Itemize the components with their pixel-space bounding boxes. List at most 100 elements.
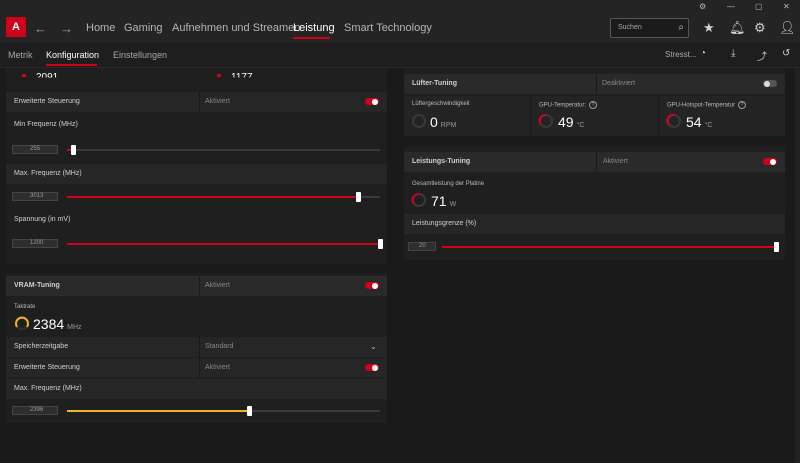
fan-header-row: Lüfter-Tuning Deaktiviert (404, 74, 785, 94)
power-header-row: Leistungs-Tuning Aktiviert (404, 152, 785, 172)
search-placeholder: Suchen (618, 24, 642, 31)
gauge-icon[interactable]: ◔ (700, 48, 706, 59)
fan-toggle[interactable] (763, 80, 777, 87)
clipped-gauge-icon (217, 74, 221, 77)
export-icon[interactable]: ⤴ (757, 48, 767, 63)
vram-advanced-label: Erweiterte Steuerung (14, 364, 80, 371)
fan-state: Deaktiviert (602, 80, 636, 87)
voltage-fill (67, 243, 380, 245)
power-limit-input[interactable]: 20 (408, 242, 436, 251)
hotspot-temp-label: GPU-Hotspot-Temperatur? (667, 101, 747, 109)
power-toggle[interactable] (763, 158, 777, 165)
advanced-control-toggle[interactable] (365, 98, 379, 105)
help-icon[interactable]: ? (589, 101, 598, 109)
minimize-icon[interactable]: — (727, 2, 735, 11)
subtab-underline (46, 64, 97, 66)
min-freq-input[interactable]: 255 (12, 145, 58, 154)
power-state: Aktiviert (603, 158, 628, 165)
tab-smart-technology[interactable]: Smart Technology (344, 22, 432, 34)
tab-record-stream[interactable]: Aufnehmen und Streamen (172, 22, 300, 34)
subtab-configuration[interactable]: Konfiguration (46, 50, 99, 60)
tab-gaming[interactable]: Gaming (124, 22, 163, 34)
power-limit-label: Leistungsgrenze (%) (412, 220, 477, 227)
fan-title: Lüfter-Tuning (412, 80, 457, 87)
voltage-label: Spannung (in mV) (14, 216, 71, 223)
sub-nav: Metrik Konfiguration Einstellungen Stres… (0, 42, 800, 68)
vram-clock-label: Taktrate (14, 304, 36, 310)
vram-max-freq-input[interactable]: 2396 (12, 406, 58, 415)
help-icon[interactable]: ? (738, 101, 747, 109)
vram-max-freq-row: Max. Frequenz (MHz) (6, 379, 387, 399)
voltage-input[interactable]: 1200 (12, 239, 58, 248)
tab-performance[interactable]: Leistung (293, 22, 335, 34)
fan-speed-label: Lüftergeschwindigkeit (412, 101, 470, 107)
bell-icon[interactable]: 🔔︎ (729, 20, 746, 36)
advanced-control-state: Aktiviert (205, 98, 230, 105)
fan-speed-gauge-icon (412, 114, 426, 128)
power-limit-row: Leistungsgrenze (%) (404, 214, 785, 234)
vram-max-freq-label: Max. Frequenz (MHz) (14, 385, 82, 392)
max-freq-slider[interactable] (67, 192, 380, 202)
voltage-slider[interactable] (67, 239, 383, 249)
close-icon[interactable]: ✕ (783, 2, 790, 11)
fan-speed-value: 0 RPM (430, 114, 457, 130)
vram-state: Aktiviert (205, 282, 230, 289)
power-limit-slider[interactable] (442, 242, 779, 252)
power-limit-fill (442, 246, 776, 248)
vram-title: VRAM-Tuning (14, 282, 60, 289)
fan-speed-card: Lüftergeschwindigkeit 0 RPM (404, 96, 529, 136)
memory-timing-label: Speicherzeitgabe (14, 343, 69, 350)
star-icon[interactable]: ★ (703, 20, 715, 36)
active-tab-underline (293, 37, 330, 39)
search-box[interactable]: Suchen ⌕ (610, 18, 689, 38)
clipped-clock-value: 2091 (36, 72, 59, 83)
tab-home[interactable]: Home (86, 22, 115, 34)
board-power-gauge-icon (411, 193, 426, 207)
vram-header-row: VRAM-Tuning Aktiviert (6, 276, 387, 296)
voltage-thumb[interactable] (378, 239, 383, 249)
board-power-label: Gesamtleistung der Platine (412, 181, 485, 187)
settings-window-icon[interactable]: ⚙ (699, 2, 706, 11)
min-freq-label: Min Frequenz (MHz) (14, 121, 78, 128)
vram-advanced-state: Aktiviert (205, 364, 230, 371)
gpu-tuning-panel: 2091 1177 Erweiterte Steuerung Aktiviert… (6, 68, 387, 264)
user-icon[interactable]: 👤︎ (779, 20, 796, 36)
vram-clock-value: 2384 MHz (33, 316, 82, 332)
gpu-temp-value: 49 °C (558, 114, 585, 130)
chevron-down-icon[interactable]: ⌄ (370, 342, 377, 351)
forward-arrow-icon[interactable]: → (60, 21, 73, 36)
max-freq-input[interactable]: 3013 (12, 192, 58, 201)
max-freq-label: Max. Frequenz (MHz) (14, 170, 82, 177)
power-limit-thumb[interactable] (774, 242, 779, 252)
vram-advanced-toggle[interactable] (365, 364, 379, 371)
max-freq-row: Max. Frequenz (MHz) (6, 164, 387, 184)
stress-test-label[interactable]: Stresst... (665, 50, 697, 59)
vram-clock-gauge-icon (15, 316, 29, 330)
back-arrow-icon[interactable]: ← (34, 21, 47, 36)
vram-advanced-row: Erweiterte Steuerung Aktiviert (6, 358, 387, 378)
fan-tuning-panel: Lüfter-Tuning Deaktiviert Lüftergeschwin… (404, 68, 785, 136)
reset-icon[interactable]: ↺ (782, 48, 790, 59)
import-icon[interactable]: ⤓ (731, 48, 735, 59)
power-title: Leistungs-Tuning (412, 158, 471, 165)
amd-logo: A (6, 17, 26, 37)
gear-icon[interactable]: ⚙ (754, 20, 766, 36)
scrollbar[interactable] (795, 68, 800, 463)
min-freq-thumb[interactable] (71, 145, 77, 155)
maximize-icon[interactable]: ▢ (755, 2, 763, 11)
search-icon[interactable]: ⌕ (678, 22, 684, 33)
vram-max-freq-thumb[interactable] (246, 406, 252, 416)
vram-max-freq-slider[interactable] (67, 406, 380, 416)
memory-timing-row[interactable]: Speicherzeitgabe Standard ⌄ (6, 337, 387, 357)
subtab-metrics[interactable]: Metrik (8, 50, 33, 60)
advanced-control-row: Erweiterte Steuerung Aktiviert (6, 92, 387, 112)
max-freq-thumb[interactable] (356, 192, 362, 202)
vram-toggle[interactable] (365, 282, 379, 289)
hotspot-temp-value: 54 °C (686, 114, 713, 130)
clipped-voltage-value: 1177 (231, 72, 253, 83)
max-freq-fill (67, 196, 359, 198)
memory-timing-value: Standard (205, 343, 234, 350)
subtab-settings[interactable]: Einstellungen (113, 50, 167, 60)
min-freq-slider[interactable] (67, 145, 380, 155)
board-power-value: 71 W (431, 193, 457, 209)
